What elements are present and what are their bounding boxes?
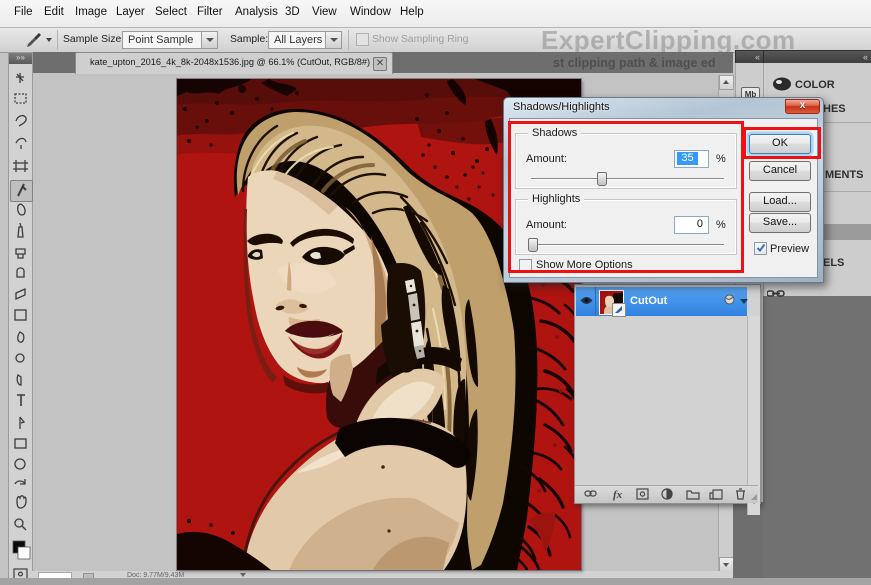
- svg-text:fx: fx: [613, 489, 623, 501]
